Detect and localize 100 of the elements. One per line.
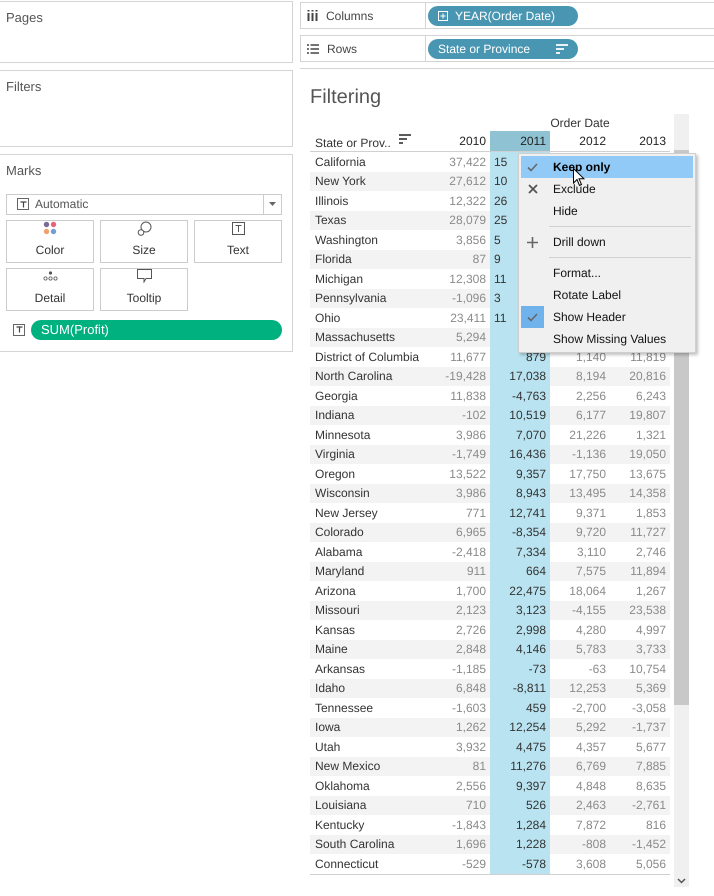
state-cell[interactable]: Illinois	[310, 191, 430, 210]
value-cell-text: 13,495	[568, 485, 607, 502]
value-cell: 4,146	[490, 640, 550, 659]
state-cell[interactable]: Maryland	[310, 562, 430, 581]
value-cell-text: 3,110	[576, 544, 607, 561]
state-cell[interactable]: Massachusetts	[310, 328, 430, 347]
marks-card-button[interactable]: Detail	[6, 268, 94, 310]
panel-title: Marks	[6, 162, 42, 180]
value-cell: 9,357	[490, 464, 550, 484]
state-cell[interactable]: Connecticut	[310, 854, 430, 874]
value-cell: 526	[490, 796, 550, 815]
column-header[interactable]: 2010	[430, 131, 490, 151]
row-header[interactable]: State or Prov..	[315, 134, 391, 152]
value-cell-text: 8,194	[574, 368, 607, 386]
value-cell-text: 1,267	[634, 582, 667, 600]
state-cell[interactable]: Arizona	[310, 581, 430, 600]
value-cell-text: 12,253	[568, 680, 607, 698]
value-cell-text: 8,635	[634, 778, 667, 795]
state-cell[interactable]: Utah	[310, 737, 430, 756]
state-cell[interactable]: Iowa	[310, 718, 430, 737]
value-cell-text: 6,769	[574, 758, 607, 776]
value-cell: 1,284	[490, 815, 550, 834]
value-cell-text: 6,243	[634, 388, 667, 405]
value-cell-text: 10,754	[628, 660, 667, 678]
menu-item[interactable]: Show Missing Values	[521, 328, 693, 350]
state-cell[interactable]: Indiana	[310, 406, 430, 425]
state-cell[interactable]: South Carolina	[310, 834, 430, 854]
column-group-header: Order Date	[550, 115, 610, 131]
value-cell-text: 4,848	[574, 778, 607, 795]
state-cell[interactable]: New York	[310, 172, 430, 191]
value-cell-text: 19,050	[628, 446, 667, 464]
state-cell[interactable]: Tennessee	[310, 698, 430, 718]
value-cell-text: 4,280	[574, 622, 607, 639]
state-cell[interactable]: Oklahoma	[310, 776, 430, 796]
value-cell-text: 3,733	[634, 641, 667, 658]
value-cell-text: 2,556	[454, 778, 487, 795]
mark-type-dropdown[interactable]: Automatic	[6, 194, 282, 214]
shelf-label: Rows	[327, 40, 358, 58]
state-cell[interactable]: North Carolina	[310, 366, 430, 386]
value-cell-text: -2,418	[450, 544, 487, 561]
value-cell: 664	[490, 562, 550, 581]
text-type-icon	[13, 324, 25, 336]
state-cell[interactable]: Kansas	[310, 620, 430, 640]
column-header[interactable]: 2012	[550, 131, 610, 151]
value-cell-text: 6,848	[454, 680, 487, 698]
marks-card-button[interactable]: Tooltip	[100, 268, 188, 310]
state-cell[interactable]: Minnesota	[310, 425, 430, 444]
value-cell-text: 1,853	[634, 504, 667, 522]
state-cell[interactable]: Maine	[310, 640, 430, 659]
shelf-label: Columns	[326, 8, 374, 24]
state-cell[interactable]: Texas	[310, 210, 430, 230]
menu-item[interactable]: Keep only	[521, 156, 693, 178]
value-cell: 9,397	[490, 776, 550, 796]
value-cell-text: 816	[644, 816, 667, 834]
state-cell[interactable]: California	[310, 152, 430, 172]
value-cell-text: 23,538	[628, 602, 667, 620]
state-cell[interactable]: Kentucky	[310, 815, 430, 834]
value-cell: -8,811	[490, 678, 550, 698]
value-cell: 12,254	[490, 718, 550, 737]
state-cell[interactable]: Virginia	[310, 444, 430, 464]
value-cell-text: -1,603	[450, 700, 487, 717]
marks-card-button[interactable]: Size	[100, 220, 188, 262]
state-cell[interactable]: District of Columbia	[310, 347, 430, 366]
value-cell: 16,436	[490, 444, 550, 464]
value-cell-text: 7,872	[574, 816, 607, 834]
state-cell[interactable]: Washington	[310, 230, 430, 250]
state-cell[interactable]: Ohio	[310, 308, 430, 328]
value-cell-text: 911	[466, 563, 487, 580]
value-cell-text: -1,452	[630, 836, 667, 854]
state-cell[interactable]: Pennsylvania	[310, 288, 430, 308]
state-cell[interactable]: Wisconsin	[310, 484, 430, 503]
column-header[interactable]: 2011	[490, 131, 550, 151]
state-cell[interactable]: Colorado	[310, 522, 430, 542]
value-cell-text: -529	[460, 856, 487, 873]
state-cell[interactable]: Georgia	[310, 386, 430, 406]
caret-icon	[269, 202, 276, 206]
state-cell[interactable]: Michigan	[310, 269, 430, 288]
column-header[interactable]: 2013	[610, 131, 670, 151]
marks-card-button[interactable]: Text	[194, 220, 282, 262]
value-cell-text: 5,677	[634, 738, 667, 756]
scroll-down-icon[interactable]	[677, 878, 686, 884]
marks-card-button[interactable]: Color	[6, 220, 94, 262]
value-cell-text: 11,727	[629, 524, 667, 542]
value-cell: -4,763	[490, 386, 550, 406]
state-cell[interactable]: Arkansas	[310, 659, 430, 678]
value-cell-text: 3,608	[574, 856, 607, 873]
state-cell[interactable]: New Mexico	[310, 756, 430, 776]
value-cell-text: 1,262	[454, 719, 487, 736]
value-cell-text: 3,986	[454, 426, 487, 444]
state-cell[interactable]: Missouri	[310, 600, 430, 620]
state-cell[interactable]: Louisiana	[310, 796, 430, 815]
state-cell[interactable]: Idaho	[310, 678, 430, 698]
value-cell-text: 81	[472, 758, 487, 776]
value-cell-text: 28,079	[448, 212, 487, 230]
state-cell[interactable]: Florida	[310, 250, 430, 269]
sheet-title: Filtering	[310, 85, 382, 110]
state-cell[interactable]: Oregon	[310, 464, 430, 484]
color-dots-icon	[43, 221, 57, 235]
state-cell[interactable]: Alabama	[310, 542, 430, 562]
state-cell[interactable]: New Jersey	[310, 503, 430, 522]
